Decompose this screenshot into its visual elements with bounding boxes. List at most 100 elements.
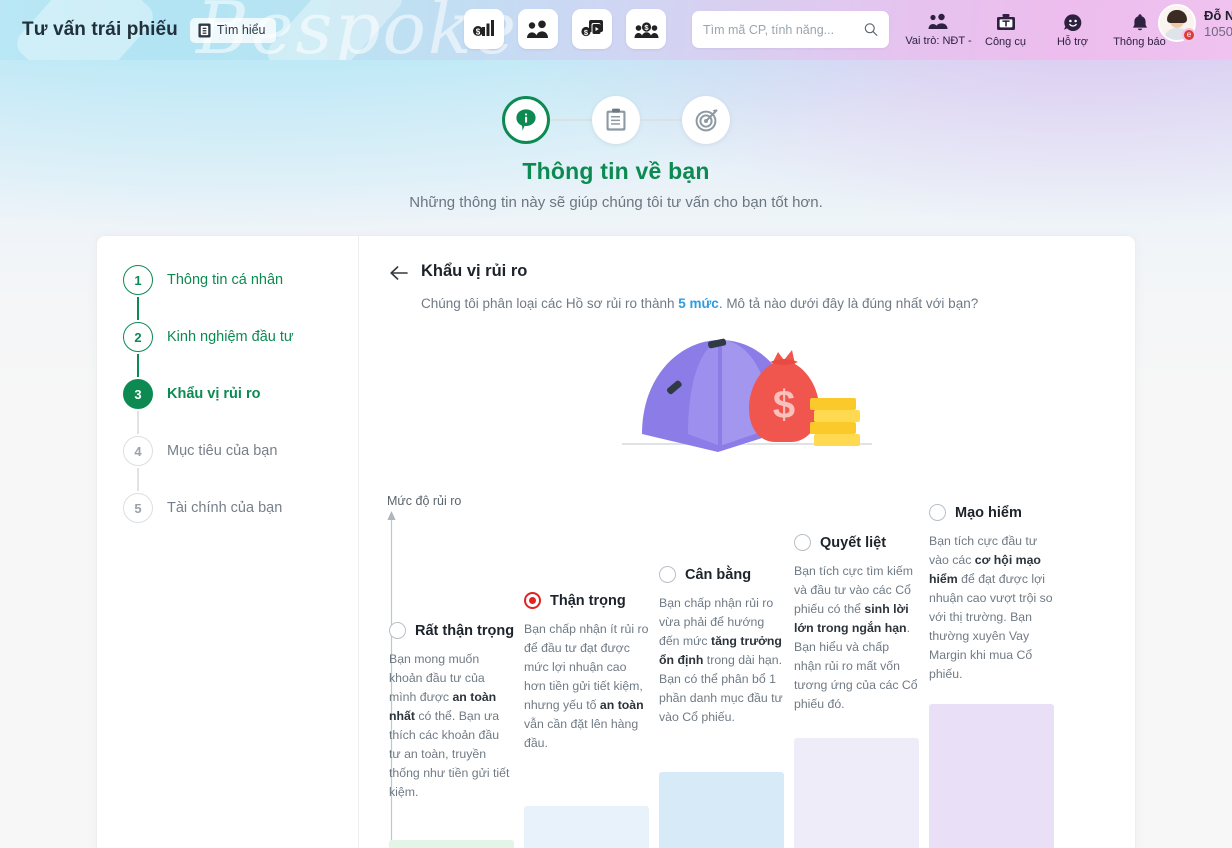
risk-option-header[interactable]: Mạo hiểm — [929, 504, 1054, 521]
user-menu[interactable]: e Đỗ N 1050 — [1158, 4, 1232, 42]
info-bubble-icon — [516, 109, 536, 131]
rail-item-number: 4 — [123, 436, 153, 466]
video-money-button[interactable]: $ — [572, 9, 612, 49]
radio-than-trong[interactable] — [524, 592, 541, 609]
learn-more-label: Tìm hiểu — [216, 23, 266, 37]
rail-item-label: Thông tin cá nhân — [167, 272, 284, 288]
role-selector[interactable]: Vai trò: NĐT - — [905, 4, 972, 56]
support-face-icon — [1063, 13, 1081, 31]
advisor-icon: $ — [634, 21, 658, 38]
header-right-tools: Vai trò: NĐT - Công cụ Hỗ trợ Thông báo — [905, 4, 1173, 56]
user-account-id: 1050 — [1204, 23, 1232, 39]
role-label: Vai trò: NĐT - — [905, 35, 972, 47]
video-money-icon: $ — [580, 20, 603, 37]
radio-can-bang[interactable] — [659, 566, 676, 583]
rail-item-2[interactable]: 2 Kinh nghiệm đầu tư — [123, 320, 358, 354]
risk-option-label: Mạo hiểm — [955, 504, 1022, 521]
illustration: $ — [359, 324, 1135, 459]
content-subtitle-highlight: 5 mức — [678, 296, 719, 311]
radio-rat-than-trong[interactable] — [389, 622, 406, 639]
rail-item-5[interactable]: 5 Tài chính của bạn — [123, 491, 358, 525]
radio-quyet-liet[interactable] — [794, 534, 811, 551]
search-box[interactable] — [692, 11, 889, 48]
content-subtitle: Chúng tôi phân loại các Hồ sơ rủi ro thà… — [421, 294, 1105, 314]
back-arrow-icon[interactable] — [389, 265, 409, 281]
step-info[interactable] — [502, 96, 550, 144]
community-icon — [527, 20, 548, 38]
svg-text:$: $ — [773, 383, 795, 427]
risk-axis-label: Mức độ rủi ro — [387, 494, 462, 508]
rail-item-1[interactable]: 1 Thông tin cá nhân — [123, 263, 358, 297]
tools-label: Công cụ — [985, 35, 1026, 48]
risk-option-header[interactable]: Thận trọng — [524, 592, 649, 609]
app-header: Bespoke Tư vấn trái phiếu Tìm hiểu $ $ $… — [0, 0, 1232, 60]
rail-item-number: 2 — [123, 322, 153, 352]
learn-more-button[interactable]: Tìm hiểu — [189, 17, 276, 43]
risk-option-label: Rất thận trọng — [415, 622, 515, 639]
advisor-button[interactable]: $ — [626, 9, 666, 49]
risk-option-mao-hiem[interactable]: Mạo hiểm Bạn tích cực đầu tư vào các cơ h… — [929, 504, 1054, 684]
risk-option-than-trong[interactable]: Thận trọng Bạn chấp nhận ít rủi ro để đầu… — [524, 592, 649, 753]
tools-button[interactable]: Công cụ — [972, 4, 1039, 56]
risk-bar-mao-hiem — [929, 704, 1054, 848]
risk-option-can-bang[interactable]: Cân bằng Bạn chấp nhận rủi ro vừa phải để… — [659, 566, 784, 727]
rail-connector-1 — [123, 297, 153, 320]
rail-connector-2 — [123, 354, 153, 377]
step-goal[interactable] — [682, 96, 730, 144]
user-name: Đỗ N — [1204, 7, 1232, 23]
bell-icon — [1132, 13, 1147, 30]
risk-bar-than-trong — [524, 806, 649, 848]
content-title: Khẩu vị rủi ro — [421, 262, 528, 280]
header-tool-buttons: $ $ $ — [464, 9, 666, 49]
wizard-card: 1 Thông tin cá nhân 2 Kinh nghiệm đầu tư 3 Kh… — [96, 235, 1136, 848]
avatar[interactable]: e — [1158, 4, 1196, 42]
risk-option-quyet-liet[interactable]: Quyết liệt Bạn tích cực tìm kiếm và đầu t… — [794, 534, 919, 714]
risk-option-header[interactable]: Rất thận trọng — [389, 622, 514, 639]
risk-option-header[interactable]: Cân bằng — [659, 566, 784, 583]
market-chart-icon: $ — [473, 20, 494, 37]
brand: Tư vấn trái phiếu Tìm hiểu — [22, 0, 276, 60]
avatar-status-badge: e — [1182, 28, 1196, 42]
risk-bar-quyet-liet — [794, 738, 919, 848]
rail-connector-4 — [123, 468, 153, 491]
content-header: Khẩu vị rủi ro Chúng tôi phân loại các H… — [359, 262, 1135, 314]
headline-subtitle: Những thông tin này sẽ giúp chúng tôi tư… — [409, 194, 823, 211]
wizard-content: Khẩu vị rủi ro Chúng tôi phân loại các H… — [359, 236, 1135, 848]
risk-option-rat-than-trong[interactable]: Rất thận trọng Bạn mong muốn khoản đầu tư… — [389, 622, 514, 802]
rail-item-4[interactable]: 4 Mục tiêu của bạn — [123, 434, 358, 468]
user-text: Đỗ N 1050 — [1204, 8, 1232, 39]
rail-item-3[interactable]: 3 Khẩu vị rủi ro — [123, 377, 358, 411]
book-icon — [198, 23, 211, 37]
rail-item-number: 3 — [123, 379, 153, 409]
rail-item-label: Mục tiêu của bạn — [167, 443, 278, 459]
rail-item-label: Khẩu vị rủi ro — [167, 386, 261, 402]
risk-option-label: Thận trọng — [550, 592, 626, 609]
rail-connector-3 — [123, 411, 153, 434]
stepper-connector-2 — [640, 119, 682, 121]
rail-item-label: Tài chính của bạn — [167, 500, 283, 516]
search-icon[interactable] — [864, 21, 878, 38]
support-label: Hỗ trợ — [1056, 35, 1089, 48]
step-survey[interactable] — [592, 96, 640, 144]
search-input[interactable] — [703, 22, 864, 37]
radio-mao-hiem[interactable] — [929, 504, 946, 521]
risk-option-description: Bạn tích cực đầu tư vào các cơ hội mạo h… — [929, 534, 1053, 682]
content-subtitle-after: . Mô tả nào dưới đây là đúng nhất với bạ… — [718, 296, 979, 311]
wizard-rail: 1 Thông tin cá nhân 2 Kinh nghiệm đầu tư 3 Kh… — [97, 236, 359, 848]
rail-item-label: Kinh nghiệm đầu tư — [167, 329, 294, 345]
support-button[interactable]: Hỗ trợ — [1039, 4, 1106, 56]
risk-bar-can-bang — [659, 772, 784, 848]
back-button[interactable] — [389, 262, 409, 314]
page-title: Tư vấn trái phiếu — [22, 19, 178, 40]
risk-bar-rat-than-trong — [389, 840, 514, 848]
users-role-icon — [928, 13, 948, 29]
risk-option-header[interactable]: Quyết liệt — [794, 534, 919, 551]
market-chart-button[interactable]: $ — [464, 9, 504, 49]
rail-item-number: 5 — [123, 493, 153, 523]
community-button[interactable] — [518, 9, 558, 49]
risk-option-description: Bạn tích cực tìm kiếm và đầu tư vào các … — [794, 564, 918, 712]
risk-option-description: Bạn chấp nhận ít rủi ro để đầu tư đạt đư… — [524, 622, 649, 751]
content-subtitle-before: Chúng tôi phân loại các Hồ sơ rủi ro thà… — [421, 296, 679, 311]
risk-option-label: Cân bằng — [685, 566, 752, 583]
top-stepper — [0, 96, 1232, 144]
